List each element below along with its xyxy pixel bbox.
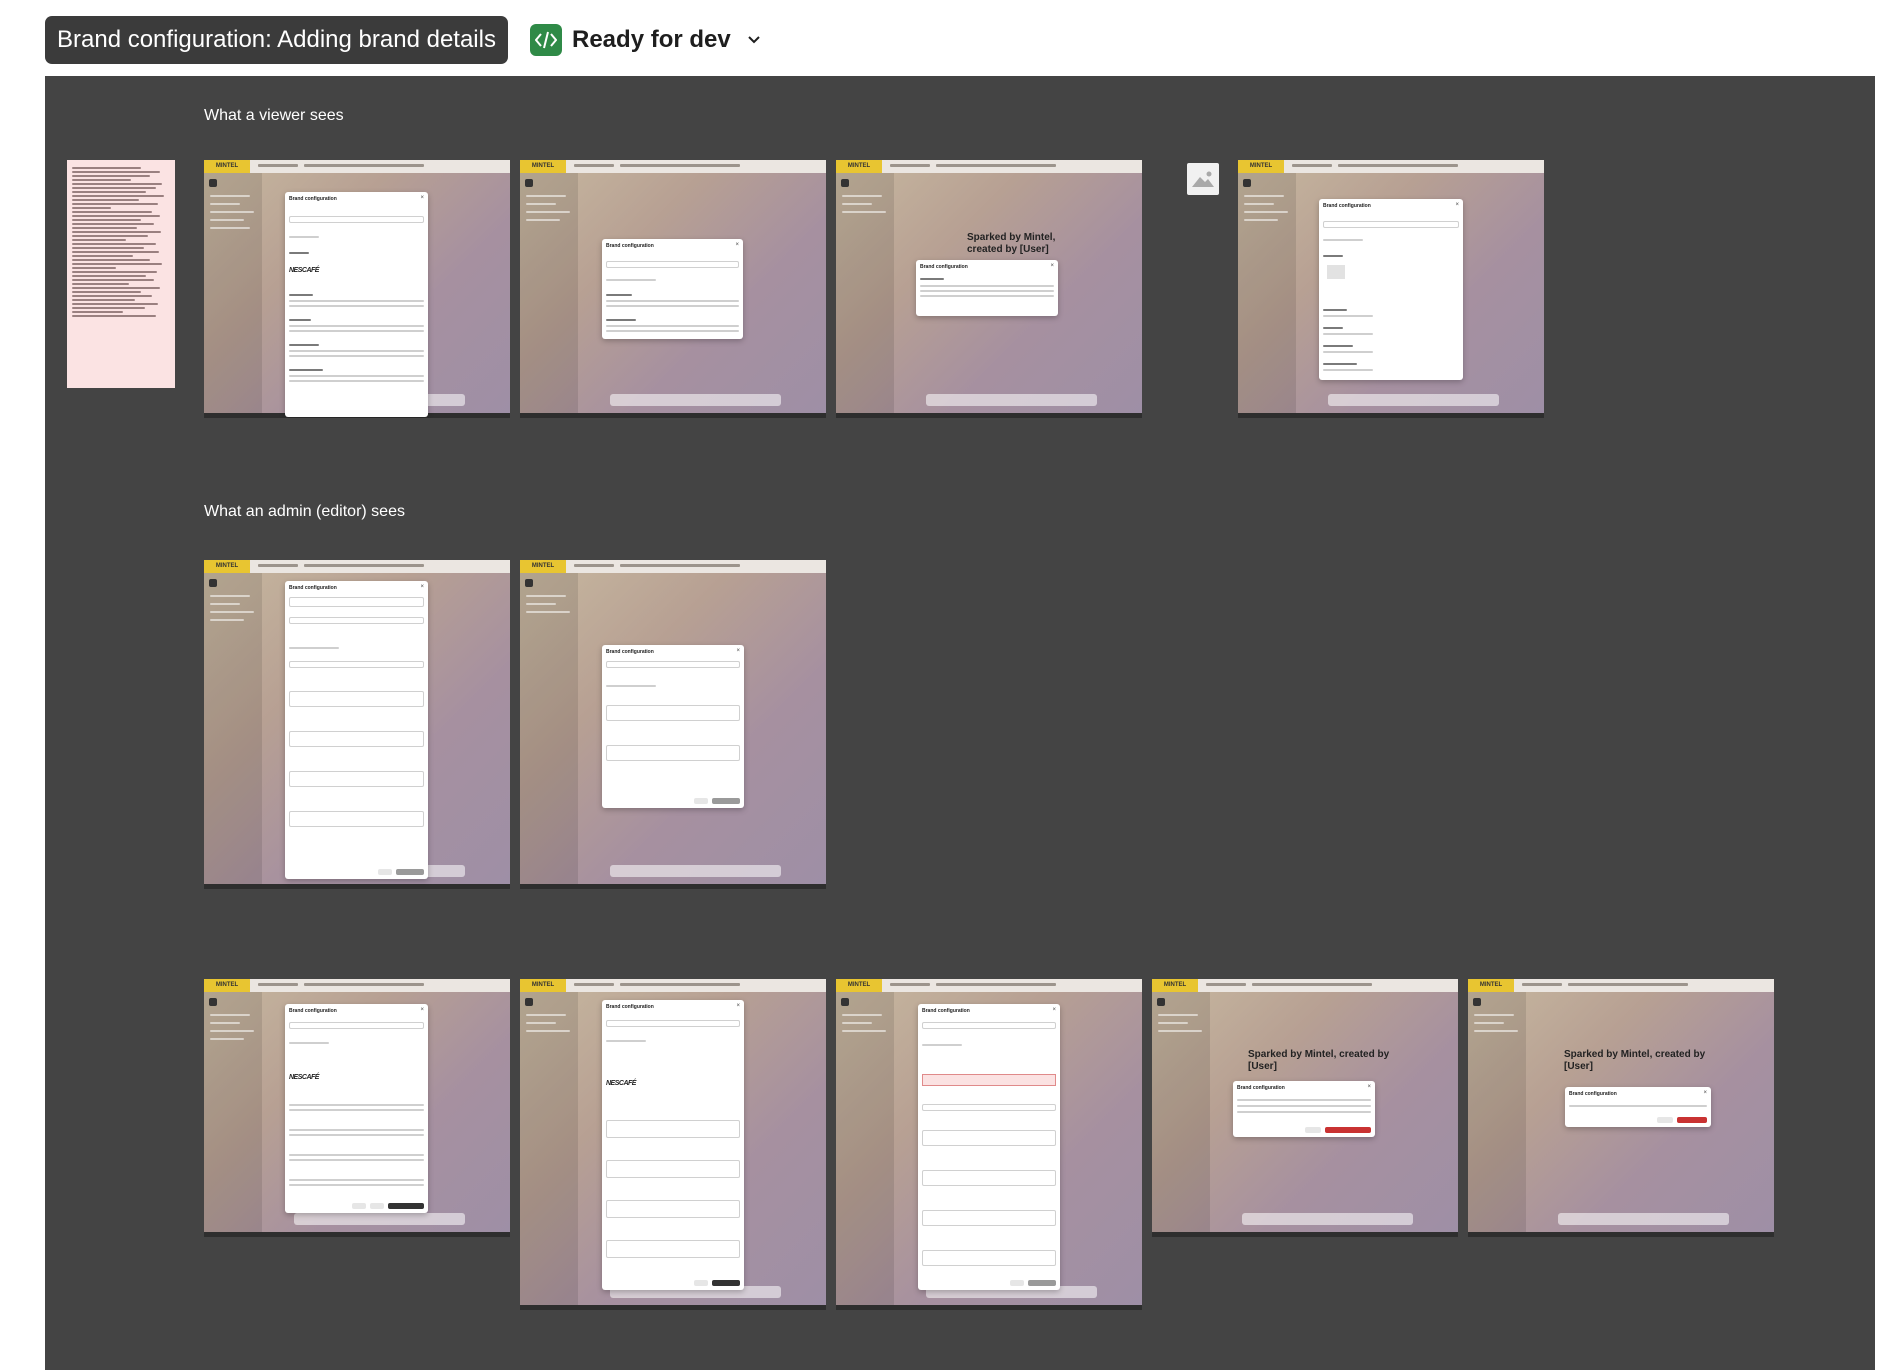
modal-title: Brand configuration — [922, 1008, 970, 1014]
image-placeholder-icon — [1187, 163, 1219, 195]
brand-config-modal: Brand configuration × — [602, 239, 743, 339]
mintel-logo: MINTEL — [520, 979, 566, 992]
modal-title: Brand configuration — [289, 196, 337, 202]
status-dropdown[interactable]: Ready for dev — [530, 23, 761, 57]
top-bar: Brand configuration: Adding brand detail… — [0, 0, 1904, 76]
brand-logo: NESCAFÉ — [289, 267, 319, 274]
frame-viewer-packaging-tab[interactable]: MINTEL Brand configuration × — [520, 160, 826, 418]
brand-config-modal: Brand configuration × NESCAFÉ — [602, 1000, 744, 1290]
section-label-admin: What an admin (editor) sees — [204, 503, 405, 520]
frame-admin-delete-confirm[interactable]: MINTEL Sparked by Mintel, created by [Us… — [1468, 979, 1774, 1237]
modal-title: Brand configuration — [1237, 1085, 1285, 1091]
modal-title: Brand configuration — [289, 1008, 337, 1014]
mintel-logo: MINTEL — [520, 560, 566, 573]
frame-admin-view-mode[interactable]: MINTEL Brand configuration × NESCAFÉ — [204, 979, 510, 1237]
brand-config-modal: Brand configuration × — [602, 645, 744, 808]
frame-admin-invalid-file[interactable]: MINTEL Brand configuration × — [836, 979, 1142, 1310]
modal-title: Brand configuration — [606, 1004, 654, 1010]
frame-viewer-brand-tab[interactable]: MINTEL Brand configuration × NESCAFÉ — [204, 160, 510, 418]
mintel-logo: MINTEL — [204, 160, 250, 173]
modal-title: Brand configuration — [606, 243, 654, 249]
mintel-logo: MINTEL — [1468, 979, 1514, 992]
frame-admin-editing-filled[interactable]: MINTEL Brand configuration × NESCAFÉ — [520, 979, 826, 1310]
mintel-logo: MINTEL — [836, 160, 882, 173]
spark-headline: Sparked by Mintel, created by [User] — [967, 232, 1056, 255]
modal-title: Brand configuration — [1323, 203, 1371, 209]
mintel-logo: MINTEL — [836, 979, 882, 992]
brand-config-modal: Brand configuration × — [285, 581, 428, 879]
modal-title: Brand configuration — [606, 649, 654, 655]
section-label-viewer: What a viewer sees — [204, 107, 344, 124]
page-title: Brand configuration: Adding brand detail… — [45, 16, 508, 64]
frame-viewer-empty-state[interactable]: MINTEL Sparked by Mintel, created by [Us… — [836, 160, 1142, 418]
code-icon — [530, 24, 562, 56]
delete-dialog: Brand configuration × — [1565, 1087, 1711, 1127]
frame-admin-brand-edit[interactable]: MINTEL Brand configuration × — [204, 560, 510, 889]
modal-title: Brand configuration — [289, 585, 337, 591]
mintel-logo: MINTEL — [520, 160, 566, 173]
brand-config-modal: Brand configuration × NESCAFÉ — [285, 192, 428, 417]
brand-config-modal: Brand configuration × NESCAFÉ — [285, 1004, 428, 1213]
design-canvas: What a viewer sees What an admin (editor… — [45, 76, 1875, 1370]
brand-config-modal: Brand configuration × — [916, 260, 1058, 316]
chevron-down-icon — [748, 36, 760, 44]
mintel-logo: MINTEL — [204, 979, 250, 992]
mintel-logo: MINTEL — [204, 560, 250, 573]
modal-title: Brand configuration — [920, 264, 968, 270]
frame-viewer-no-logo[interactable]: MINTEL Brand configuration × — [1238, 160, 1544, 418]
brand-logo: NESCAFÉ — [289, 1074, 319, 1081]
mintel-logo: MINTEL — [1238, 160, 1284, 173]
brand-config-modal: Brand configuration × — [918, 1004, 1060, 1290]
sticky-note[interactable] — [67, 160, 175, 388]
mintel-logo: MINTEL — [1152, 979, 1198, 992]
brand-config-modal: Brand configuration × — [1319, 199, 1463, 380]
status-label: Ready for dev — [572, 26, 731, 53]
modal-title: Brand configuration — [1569, 1091, 1617, 1097]
frame-admin-packaging-edit[interactable]: MINTEL Brand configuration × — [520, 560, 826, 889]
spark-headline: Sparked by Mintel, created by [User] — [1564, 1049, 1706, 1072]
spark-headline: Sparked by Mintel, created by [User] — [1248, 1049, 1390, 1072]
brand-logo: NESCAFÉ — [606, 1080, 636, 1087]
discard-dialog: Brand configuration × — [1233, 1081, 1375, 1137]
frame-admin-discard-confirm[interactable]: MINTEL Sparked by Mintel, created by [Us… — [1152, 979, 1458, 1237]
